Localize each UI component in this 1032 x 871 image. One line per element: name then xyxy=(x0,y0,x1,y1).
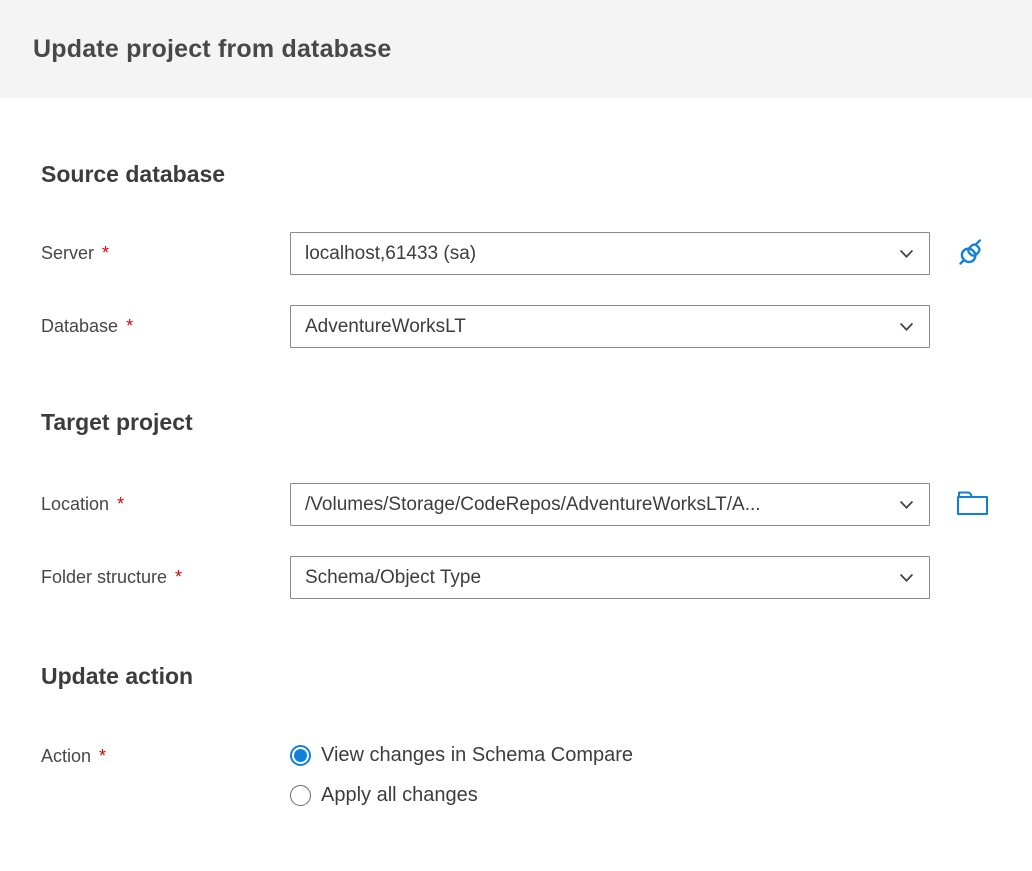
browse-folder-button[interactable] xyxy=(953,486,991,524)
radio-selected-icon[interactable] xyxy=(290,744,311,766)
action-label-text: Action xyxy=(41,746,92,766)
connect-button[interactable] xyxy=(953,235,991,273)
action-field-row: Action * View changes in Schema Compare A… xyxy=(41,743,1032,807)
section-heading-update-action: Update action xyxy=(41,663,194,689)
server-label-text: Server xyxy=(41,243,95,263)
update-project-dialog: Update project from database Source data… xyxy=(0,0,1032,871)
chevron-down-icon xyxy=(897,568,916,587)
location-label-text: Location xyxy=(41,494,110,514)
chevron-down-icon xyxy=(897,317,916,336)
chevron-down-icon xyxy=(897,244,916,263)
location-label: Location * xyxy=(41,494,290,515)
database-dropdown[interactable]: AdventureWorksLT xyxy=(290,305,930,348)
plug-icon xyxy=(953,233,991,274)
folder-structure-dropdown[interactable]: Schema/Object Type xyxy=(290,556,930,599)
folder-structure-label: Folder structure * xyxy=(41,567,290,588)
database-label-text: Database xyxy=(41,316,119,336)
dialog-title: Update project from database xyxy=(33,34,392,63)
folder-icon xyxy=(956,489,989,520)
folder-structure-dropdown-value: Schema/Object Type xyxy=(305,566,482,588)
radio-option-view-changes[interactable]: View changes in Schema Compare xyxy=(290,743,633,767)
database-dropdown-value: AdventureWorksLT xyxy=(305,315,466,337)
radio-option-label: View changes in Schema Compare xyxy=(321,743,634,766)
server-label: Server * xyxy=(41,243,290,264)
folder-structure-label-text: Folder structure xyxy=(41,567,168,587)
chevron-down-icon xyxy=(897,495,916,514)
server-dropdown-value: localhost,61433 (sa) xyxy=(305,242,477,264)
dialog-header: Update project from database xyxy=(0,0,1032,98)
required-asterisk: * xyxy=(175,567,183,587)
dialog-body: Source database Server * localhost,61433 … xyxy=(0,160,1032,807)
radio-option-apply-all[interactable]: Apply all changes xyxy=(290,783,633,807)
required-asterisk: * xyxy=(117,494,125,514)
location-dropdown-value: /Volumes/Storage/CodeRepos/AdventureWork… xyxy=(305,493,761,515)
location-dropdown[interactable]: /Volumes/Storage/CodeRepos/AdventureWork… xyxy=(290,483,930,526)
radio-option-label: Apply all changes xyxy=(321,783,478,806)
required-asterisk: * xyxy=(126,316,134,336)
server-dropdown[interactable]: localhost,61433 (sa) xyxy=(290,232,930,275)
section-heading-source-database: Source database xyxy=(41,161,226,187)
folder-structure-field-row: Folder structure * Schema/Object Type xyxy=(41,556,1032,599)
action-label: Action * xyxy=(41,743,290,768)
required-asterisk: * xyxy=(99,746,107,766)
action-radio-group: View changes in Schema Compare Apply all… xyxy=(290,743,633,807)
required-asterisk: * xyxy=(102,243,110,263)
database-label: Database * xyxy=(41,316,290,337)
radio-unselected-icon[interactable] xyxy=(290,784,311,806)
server-field-row: Server * localhost,61433 (sa) xyxy=(41,232,1032,275)
database-field-row: Database * AdventureWorksLT xyxy=(41,305,1032,348)
location-field-row: Location * /Volumes/Storage/CodeRepos/Adv… xyxy=(41,483,1032,526)
section-heading-target-project: Target project xyxy=(41,409,193,435)
